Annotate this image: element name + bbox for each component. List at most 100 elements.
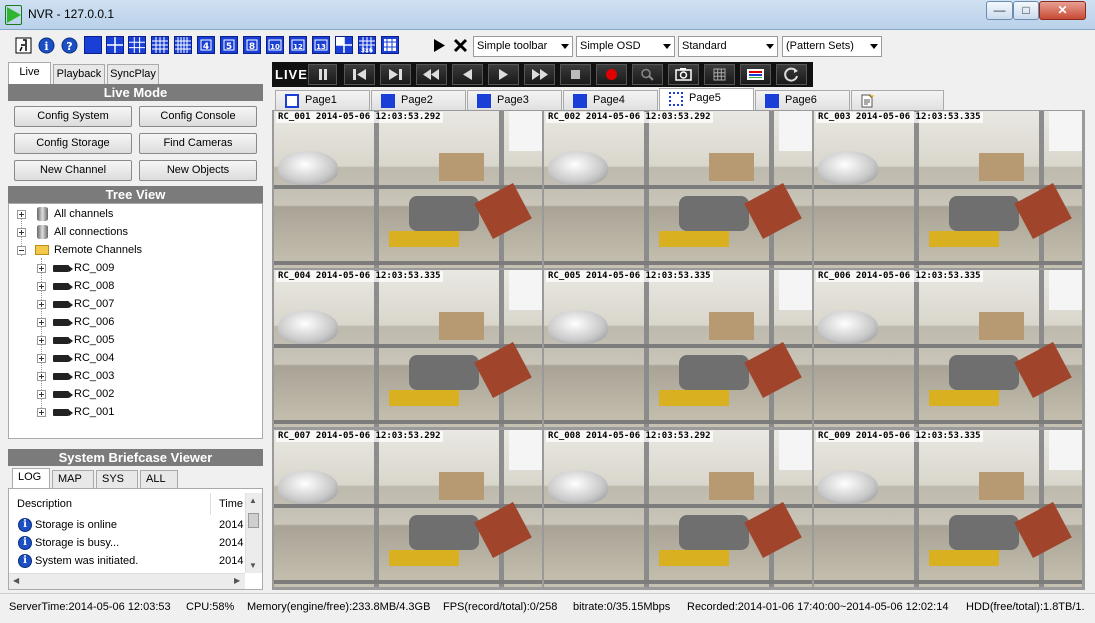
expand-icon[interactable] — [37, 318, 46, 327]
layout-13-icon[interactable]: 13 — [312, 36, 330, 54]
layout-custom-icon[interactable] — [381, 36, 399, 54]
config-console-button[interactable]: Config Console — [139, 106, 257, 127]
new-channel-button[interactable]: New Channel — [14, 160, 132, 181]
tree-item-channel[interactable]: RC_009 — [9, 260, 249, 276]
tab-all[interactable]: ALL — [140, 470, 178, 488]
expand-icon[interactable] — [37, 390, 46, 399]
stop-all-icon[interactable] — [452, 37, 469, 54]
layout-9-icon[interactable] — [128, 36, 146, 54]
close-button[interactable]: ✕ — [1039, 1, 1086, 20]
help-icon[interactable]: ? — [61, 37, 78, 54]
step-back-button[interactable] — [344, 64, 375, 85]
toolbar-mode-select[interactable]: Simple toolbar — [473, 36, 573, 57]
new-page-tab[interactable] — [851, 90, 944, 110]
tab-syncplay[interactable]: SyncPlay — [107, 64, 159, 84]
expand-icon[interactable] — [37, 300, 46, 309]
camera-view-rc-002[interactable]: RC_002 2014-05-06 12:03:53.292 — [544, 111, 812, 268]
tree-item-all-connections[interactable]: All connections — [9, 224, 249, 240]
step-forward-button[interactable] — [380, 64, 411, 85]
expand-icon[interactable] — [37, 408, 46, 417]
tree-item-channel[interactable]: RC_007 — [9, 296, 249, 312]
camera-view-rc-005[interactable]: RC_005 2014-05-06 12:03:53.335 — [544, 270, 812, 427]
refresh-button[interactable] — [776, 64, 807, 85]
camera-view-rc-001[interactable]: RC_001 2014-05-06 12:03:53.292 — [274, 111, 542, 268]
exit-icon[interactable] — [15, 37, 32, 54]
scroll-up-icon[interactable]: ▲ — [249, 496, 257, 505]
camera-view-rc-008[interactable]: RC_008 2014-05-06 12:03:53.292 — [544, 430, 812, 587]
camera-view-rc-003[interactable]: RC_003 2014-05-06 12:03:53.335 — [814, 111, 1082, 268]
horizontal-scrollbar[interactable]: ◀ ▶ — [9, 573, 245, 589]
zoom-button[interactable] — [632, 64, 663, 85]
play-icon[interactable] — [431, 37, 448, 54]
osd-toggle-button[interactable] — [740, 64, 771, 85]
layout-16-wide-icon[interactable] — [174, 36, 192, 54]
scroll-thumb[interactable] — [248, 513, 259, 528]
fast-forward-button[interactable] — [524, 64, 555, 85]
tab-sys[interactable]: SYS — [96, 470, 138, 488]
layout-36-icon[interactable]: 3x6 — [358, 36, 376, 54]
tree-item-channel[interactable]: RC_006 — [9, 314, 249, 330]
tab-page2[interactable]: Page2 — [371, 90, 466, 110]
log-row[interactable]: i System was initiated. 2014 — [9, 552, 245, 570]
log-row[interactable]: i Storage is online 2014 — [9, 516, 245, 534]
layout-8-icon[interactable]: 8 — [243, 36, 261, 54]
layout-16-icon[interactable] — [151, 36, 169, 54]
tab-page4[interactable]: Page4 — [563, 90, 658, 110]
tree-item-channel[interactable]: RC_003 — [9, 368, 249, 384]
pattern-sets-select[interactable]: (Pattern Sets) — [782, 36, 882, 57]
layout-12-icon[interactable]: 12 — [289, 36, 307, 54]
column-header-description[interactable]: Description — [9, 493, 211, 515]
rewind-button[interactable] — [416, 64, 447, 85]
camera-view-rc-007[interactable]: RC_007 2014-05-06 12:03:53.292 — [274, 430, 542, 587]
tab-page6[interactable]: Page6 — [755, 90, 850, 110]
maximize-button[interactable]: □ — [1013, 1, 1039, 20]
camera-view-rc-004[interactable]: RC_004 2014-05-06 12:03:53.335 — [274, 270, 542, 427]
layout-1-icon[interactable] — [84, 36, 102, 54]
tab-live[interactable]: Live — [8, 62, 51, 84]
log-row[interactable]: i Storage is busy... 2014 — [9, 534, 245, 552]
stop-button[interactable] — [560, 64, 591, 85]
camera-view-rc-009[interactable]: RC_009 2014-05-06 12:03:53.335 — [814, 430, 1082, 587]
reverse-play-button[interactable] — [452, 64, 483, 85]
expand-icon[interactable] — [37, 336, 46, 345]
tree-item-all-channels[interactable]: All channels — [9, 206, 249, 222]
tab-page3[interactable]: Page3 — [467, 90, 562, 110]
scroll-left-icon[interactable]: ◀ — [13, 576, 19, 585]
tree-item-remote-channels[interactable]: Remote Channels — [9, 242, 249, 258]
layout-25-icon[interactable]: 4 — [197, 36, 215, 54]
pause-button[interactable] — [308, 64, 337, 85]
collapse-icon[interactable] — [17, 246, 26, 255]
camera-view-rc-006[interactable]: RC_006 2014-05-06 12:03:53.335 — [814, 270, 1082, 427]
tab-page1[interactable]: Page1 — [275, 90, 370, 110]
grid-button[interactable] — [704, 64, 735, 85]
tab-map[interactable]: MAP — [52, 470, 94, 488]
column-header-time[interactable]: Time — [211, 493, 247, 515]
minimize-button[interactable]: — — [986, 1, 1013, 20]
tree-item-channel[interactable]: RC_001 — [9, 404, 249, 420]
expand-icon[interactable] — [17, 228, 26, 237]
tree-item-channel[interactable]: RC_002 — [9, 386, 249, 402]
tab-page5[interactable]: Page5 — [659, 88, 754, 110]
quality-select[interactable]: Standard — [678, 36, 778, 57]
expand-icon[interactable] — [37, 372, 46, 381]
scroll-right-icon[interactable]: ▶ — [234, 576, 240, 585]
info-icon[interactable]: i — [38, 37, 55, 54]
layout-4-icon[interactable] — [106, 36, 124, 54]
vertical-scrollbar[interactable]: ▲ ▼ — [245, 493, 262, 573]
config-system-button[interactable]: Config System — [14, 106, 132, 127]
record-button[interactable] — [596, 64, 627, 85]
layout-4b-icon[interactable] — [335, 36, 353, 54]
tab-log[interactable]: LOG — [12, 468, 50, 488]
expand-icon[interactable] — [37, 354, 46, 363]
find-cameras-button[interactable]: Find Cameras — [139, 133, 257, 154]
layout-10-icon[interactable]: 10 — [266, 36, 284, 54]
tree-item-channel[interactable]: RC_008 — [9, 278, 249, 294]
config-storage-button[interactable]: Config Storage — [14, 133, 132, 154]
expand-icon[interactable] — [37, 264, 46, 273]
layout-5-icon[interactable]: 5 — [220, 36, 238, 54]
scroll-down-icon[interactable]: ▼ — [249, 561, 257, 570]
tree-item-channel[interactable]: RC_004 — [9, 350, 249, 366]
expand-icon[interactable] — [37, 282, 46, 291]
snapshot-button[interactable] — [668, 64, 699, 85]
tree-item-channel[interactable]: RC_005 — [9, 332, 249, 348]
